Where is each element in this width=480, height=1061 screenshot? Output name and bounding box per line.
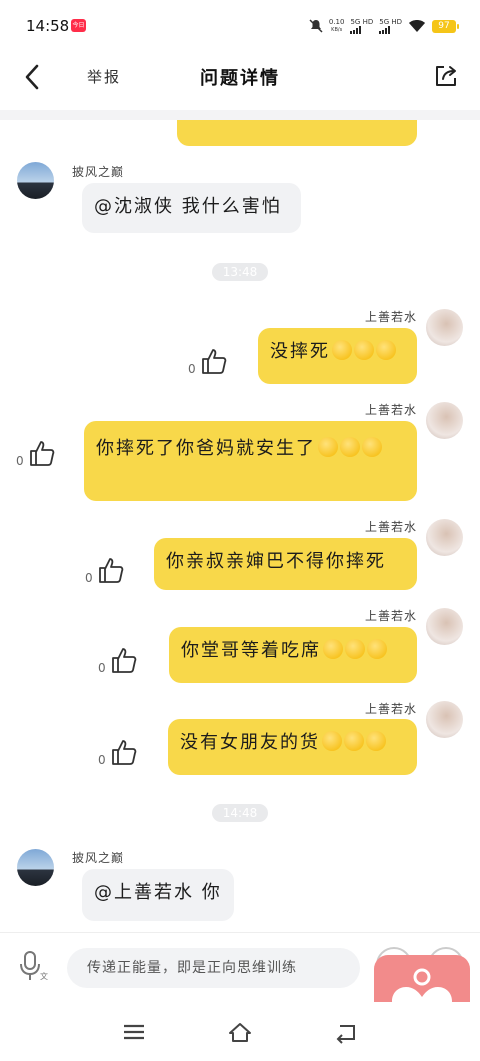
share-icon[interactable] (432, 62, 460, 90)
thumbs-up-icon (201, 349, 226, 374)
sender-name: 披风之巅 (72, 851, 125, 865)
timestamp: 13:48 (212, 263, 268, 281)
thumbs-up-icon (111, 740, 136, 765)
svg-text:文: 文 (40, 971, 48, 981)
top-bar: 举报 问题详情 (0, 52, 480, 102)
wink-tongue-emoji-icon (367, 639, 387, 659)
hand-over-mouth-emoji-icon (322, 731, 342, 751)
chat-bubble[interactable]: 你堂哥等着吃席 (169, 627, 417, 683)
sim1-signal: 5G HD (350, 18, 373, 34)
like-count: 0 (188, 362, 196, 376)
like-button[interactable]: 0 (85, 555, 126, 585)
chat-bubble[interactable]: @沈淑侠 我什么害怕 (82, 183, 301, 233)
system-nav-bar (0, 1002, 480, 1061)
sender-name: 披风之巅 (72, 165, 125, 179)
thumbs-up-icon (111, 648, 136, 673)
signal-bars-icon (379, 26, 402, 34)
like-button[interactable]: 0 (16, 438, 57, 468)
chat-list[interactable]: 披风之巅 @沈淑侠 我什么害怕 13:48 上善若水 没摔死 0 上善若水 你摔… (0, 120, 480, 930)
like-button[interactable]: 0 (188, 346, 229, 376)
status-time: 14:58 (26, 17, 70, 35)
chat-bubble[interactable]: 你亲叔亲婶巴不得你摔死 (154, 538, 417, 590)
chat-bubble-partial (177, 120, 417, 146)
grin-emoji-icon (332, 340, 352, 360)
voice-input-icon[interactable]: 文 (16, 949, 50, 983)
thinking-emoji-icon (362, 437, 382, 457)
comment-input[interactable] (67, 948, 360, 988)
hand-over-mouth-emoji-icon (366, 731, 386, 751)
net-speed: 0.10 KB/s (328, 18, 345, 33)
home-icon[interactable] (227, 1020, 253, 1044)
chat-bubble[interactable]: 没有女朋友的货 (168, 719, 417, 775)
signal-bars-icon (350, 26, 373, 34)
grin-emoji-icon (354, 340, 374, 360)
wifi-icon (409, 20, 425, 32)
header-divider (0, 110, 480, 120)
battery-indicator: 97 (432, 19, 459, 33)
thumbs-up-icon (98, 558, 123, 583)
status-right: 0.10 KB/s 5G HD 5G HD 97 (309, 16, 459, 36)
avatar[interactable] (426, 701, 463, 738)
sender-name: 上善若水 (365, 609, 418, 623)
like-button[interactable]: 0 (98, 645, 139, 675)
grin-emoji-icon (376, 340, 396, 360)
chat-bubble[interactable]: 没摔死 (258, 328, 417, 384)
chat-bubble[interactable]: 你摔死了你爸妈就安生了 (84, 421, 417, 501)
avatar[interactable] (426, 309, 463, 346)
avatar[interactable] (426, 402, 463, 439)
thumbs-up-icon (29, 441, 54, 466)
hand-over-mouth-emoji-icon (344, 731, 364, 751)
like-count: 0 (85, 571, 93, 585)
avatar[interactable] (17, 849, 54, 886)
like-count: 0 (16, 454, 24, 468)
back-nav-icon[interactable] (333, 1020, 359, 1044)
timestamp: 14:48 (212, 804, 268, 822)
sender-name: 上善若水 (365, 403, 418, 417)
page-title: 问题详情 (200, 68, 280, 89)
sim2-signal: 5G HD (379, 18, 402, 34)
like-button[interactable]: 0 (98, 737, 139, 767)
sender-name: 上善若水 (365, 520, 418, 534)
like-count: 0 (98, 661, 106, 675)
avatar[interactable] (426, 608, 463, 645)
menu-icon[interactable] (121, 1020, 147, 1044)
sender-name: 上善若水 (365, 310, 418, 324)
status-bar: 14:58 今日 0.10 KB/s 5G HD 5G HD 97 (0, 0, 480, 52)
thinking-emoji-icon (318, 437, 338, 457)
sender-name: 上善若水 (365, 702, 418, 716)
like-count: 0 (98, 753, 106, 767)
mute-icon (309, 19, 323, 33)
avatar[interactable] (17, 162, 54, 199)
wink-tongue-emoji-icon (345, 639, 365, 659)
thinking-emoji-icon (340, 437, 360, 457)
chat-bubble[interactable]: @上善若水 你 (82, 869, 234, 921)
app-notification-icon: 今日 (71, 19, 86, 32)
wink-tongue-emoji-icon (323, 639, 343, 659)
avatar[interactable] (426, 519, 463, 556)
